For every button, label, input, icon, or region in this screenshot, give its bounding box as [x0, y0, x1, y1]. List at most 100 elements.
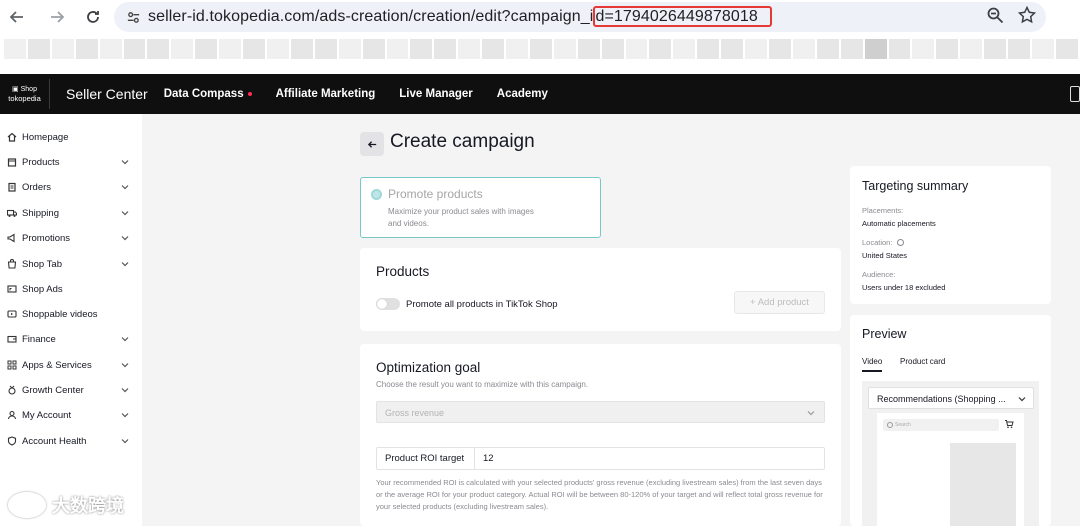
- topnav-affiliate-marketing[interactable]: Affiliate Marketing: [276, 88, 376, 100]
- sidebar-item-growth-center[interactable]: Growth Center: [0, 380, 142, 400]
- watermark: 大数跨境: [8, 492, 124, 518]
- site-settings-icon[interactable]: [118, 2, 148, 32]
- sidebar-item-apps-services[interactable]: Apps & Services: [0, 355, 142, 375]
- logo-bottom-text: tokopedia: [8, 94, 41, 103]
- topnav-label: Data Compass: [163, 88, 244, 100]
- forward-arrow-icon[interactable]: [44, 4, 70, 30]
- address-bar[interactable]: seller-id.tokopedia.com/ads-creation/cre…: [114, 2, 1046, 32]
- topnav-data-compass[interactable]: Data Compass: [164, 88, 252, 100]
- brand-title[interactable]: Seller Center: [66, 86, 148, 102]
- home-icon: [6, 131, 18, 143]
- chevron-down-icon: [121, 262, 129, 267]
- promote-products-option[interactable]: Promote products Maximize your product s…: [360, 177, 601, 238]
- shop-bag-icon: [6, 258, 18, 270]
- roi-label: Product ROI target: [377, 448, 475, 469]
- promote-all-toggle[interactable]: [376, 298, 400, 310]
- sidebar: Homepage Products Orders Shipping Promot…: [0, 114, 142, 526]
- product-image-placeholder: [950, 443, 1016, 526]
- tab-product-card[interactable]: Product card: [900, 357, 945, 366]
- wallet-icon: [6, 333, 18, 345]
- medal-icon: [6, 384, 18, 396]
- apps-icon: [6, 359, 18, 371]
- bookmarks-bar-blurred: [0, 36, 1080, 62]
- goal-select-value: Gross revenue: [385, 408, 445, 418]
- reload-icon[interactable]: [80, 4, 106, 30]
- roi-target-field: Product ROI target 12: [376, 447, 825, 470]
- preview-title: Preview: [862, 327, 907, 341]
- shield-icon: [6, 435, 18, 447]
- campaign-id-highlight: d=1794026449878018: [593, 6, 772, 27]
- sidebar-item-shipping[interactable]: Shipping: [0, 203, 142, 223]
- sidebar-item-shop-ads[interactable]: Shop Ads: [0, 279, 142, 299]
- placements-label: Placements:: [862, 206, 904, 215]
- sidebar-item-label: Homepage: [22, 131, 69, 143]
- sidebar-item-homepage[interactable]: Homepage: [0, 127, 142, 147]
- radio-selected[interactable]: [371, 189, 382, 200]
- ads-icon: [6, 283, 18, 295]
- sidebar-item-finance[interactable]: Finance: [0, 329, 142, 349]
- sidebar-item-label: Shoppable videos: [22, 308, 98, 320]
- watermark-text: 大数跨境: [52, 496, 124, 516]
- notification-dot: [247, 91, 252, 96]
- zoom-icon[interactable]: [986, 6, 1004, 29]
- roi-input[interactable]: 12: [475, 448, 494, 469]
- sidebar-item-my-account[interactable]: My Account: [0, 405, 142, 425]
- products-card: Products Promote all products in TikTok …: [360, 248, 841, 331]
- main-content: Create campaign Promote products Maximiz…: [142, 114, 1080, 526]
- back-button[interactable]: [360, 132, 384, 156]
- page-title: Create campaign: [390, 131, 535, 152]
- user-icon: [6, 409, 18, 421]
- preview-card: Preview Video Product card Recommendatio…: [850, 315, 1051, 526]
- sidebar-item-label: Shop Tab: [22, 258, 62, 270]
- tab-video[interactable]: Video: [862, 357, 883, 372]
- sidebar-item-account-health[interactable]: Account Health: [0, 431, 142, 451]
- chevron-down-icon: [121, 337, 129, 342]
- location-value: United States: [862, 251, 908, 260]
- targeting-summary-card: Targeting summary Placements: Automatic …: [850, 166, 1051, 304]
- box-icon: [6, 156, 18, 168]
- star-icon[interactable]: [1017, 5, 1037, 29]
- sidebar-item-label: Shipping: [22, 207, 59, 219]
- seller-center-topbar: ▣ Shop tokopedia Seller Center Data Compa…: [0, 74, 1080, 114]
- sidebar-item-shop-tab[interactable]: Shop Tab: [0, 254, 142, 274]
- optimization-goal-card: Optimization goal Choose the result you …: [360, 344, 841, 526]
- chevron-down-icon: [121, 236, 129, 241]
- topnav-academy[interactable]: Academy: [497, 88, 548, 100]
- megaphone-icon: [6, 232, 18, 244]
- audience-label: Audience:: [862, 270, 896, 279]
- chevron-down-icon: [121, 363, 129, 368]
- mini-search-bar: Search: [883, 419, 999, 431]
- promote-all-label: Promote all products in TikTok Shop: [406, 299, 558, 310]
- chevron-down-icon: [121, 413, 129, 418]
- topnav-live-manager[interactable]: Live Manager: [399, 88, 473, 100]
- sidebar-item-orders[interactable]: Orders: [0, 177, 142, 197]
- arrow-left-icon: [367, 140, 376, 148]
- sidebar-item-products[interactable]: Products: [0, 152, 142, 172]
- browser-toolbar: seller-id.tokopedia.com/ads-creation/cre…: [0, 0, 1080, 34]
- sidebar-item-promotions[interactable]: Promotions: [0, 228, 142, 248]
- device-icon[interactable]: [1070, 86, 1080, 102]
- placement-select[interactable]: Recommendations (Shopping ...: [868, 387, 1034, 409]
- watermark-logo-icon: [8, 492, 46, 518]
- sidebar-item-label: Products: [22, 156, 60, 168]
- chevron-down-icon: [121, 160, 129, 165]
- tokopedia-logo[interactable]: ▣ Shop tokopedia: [6, 79, 50, 109]
- placement-select-value: Recommendations (Shopping ...: [877, 394, 1006, 404]
- goal-select[interactable]: Gross revenue: [376, 401, 825, 423]
- logo-top-text: Shop: [20, 85, 37, 93]
- targeting-title: Targeting summary: [862, 179, 969, 193]
- chevron-down-icon: [121, 439, 129, 444]
- back-arrow-icon[interactable]: [4, 4, 30, 30]
- sidebar-item-shoppable-videos[interactable]: Shoppable videos: [0, 304, 142, 324]
- info-icon[interactable]: [896, 239, 904, 246]
- location-label-row: Location:: [862, 238, 904, 247]
- phone-screen: Search: [877, 413, 1024, 526]
- chevron-down-icon: [1018, 397, 1026, 402]
- url-text[interactable]: seller-id.tokopedia.com/ads-creation/cre…: [148, 6, 772, 27]
- clipboard-icon: [6, 181, 18, 193]
- chevron-down-icon: [121, 388, 129, 393]
- roi-note: Your recommended ROI is calculated with …: [376, 478, 823, 511]
- promote-description: Maximize your product sales with images …: [388, 207, 534, 228]
- chevron-down-icon: [807, 411, 815, 416]
- add-product-button[interactable]: + Add product: [734, 291, 825, 314]
